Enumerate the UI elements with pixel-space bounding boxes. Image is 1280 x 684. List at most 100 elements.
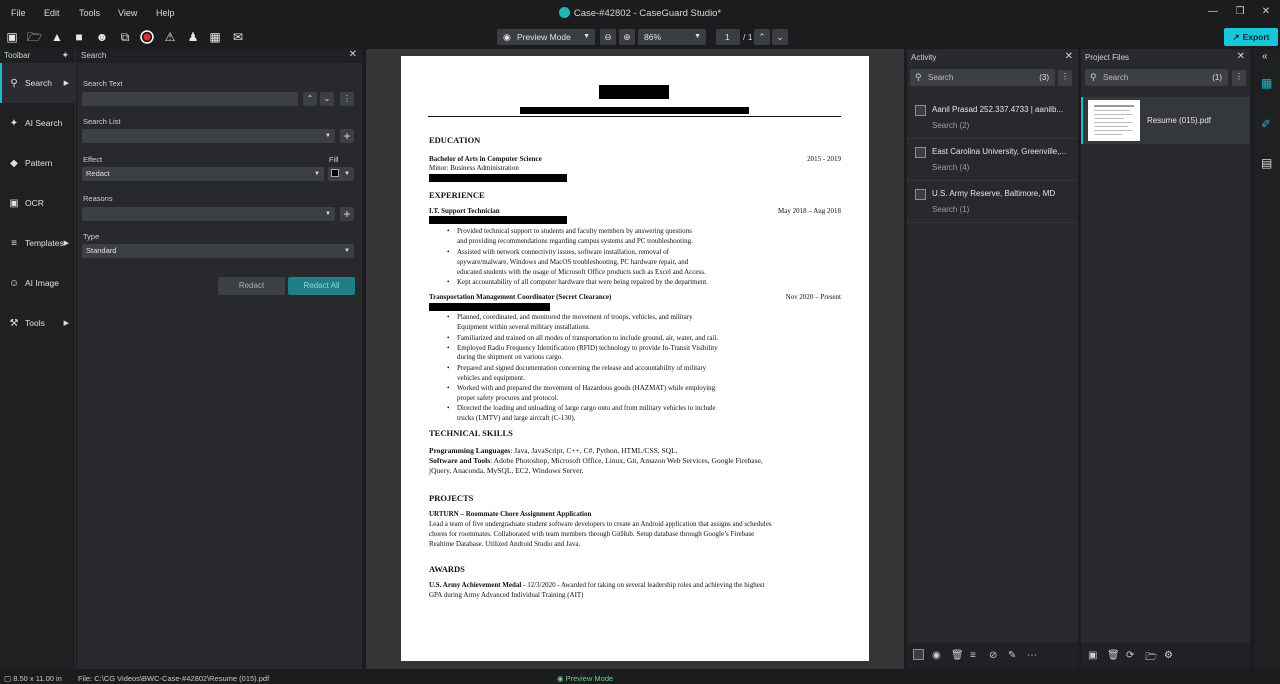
search-down-button[interactable]: ⌄ <box>320 92 334 106</box>
skills-tools: Software and Tools: Adobe Photoshop, Mic… <box>429 456 763 465</box>
document-page[interactable]: EDUCATION Bachelor of Arts in Computer S… <box>401 56 869 661</box>
redaction-box[interactable] <box>520 107 749 114</box>
import-icon[interactable]: ▲ <box>50 30 64 44</box>
bullet-cont: trucks (LMTV) and large aircraft (C-130)… <box>457 414 576 422</box>
redaction-box[interactable] <box>429 174 567 182</box>
list-item[interactable]: U.S. Army Reserve, Baltimore, MD Search (… <box>907 181 1078 223</box>
redact-button[interactable]: Redact <box>218 277 285 295</box>
brush-icon[interactable]: ✐ <box>1261 117 1271 131</box>
item-checkbox[interactable] <box>915 189 926 200</box>
page-number-input[interactable]: 1 <box>716 29 740 45</box>
pattern-icon: ◆ <box>10 157 18 169</box>
zoom-out-button[interactable]: ⊖ <box>600 29 616 45</box>
more-options-icon[interactable]: ⋮ <box>1232 70 1246 86</box>
zoom-in-button[interactable]: ⊕ <box>619 29 635 45</box>
search-up-button[interactable]: ⌃ <box>303 92 317 106</box>
settings-icon[interactable]: ⚙ <box>1164 650 1173 661</box>
prev-page-button[interactable]: ⌃ <box>754 29 770 45</box>
status-bar: ▢ 8.50 x 11.00 in File: C:\CG Videos\BWC… <box>0 671 1280 684</box>
record-icon[interactable] <box>140 30 154 44</box>
list-filter-icon[interactable]: ≡ <box>970 650 976 661</box>
open-folder-icon[interactable]: 🗁 <box>27 30 42 44</box>
nav-item-templates[interactable]: ≡ Templates ▶ <box>0 223 75 263</box>
copy-icon[interactable]: ⧉ <box>118 30 132 44</box>
redaction-box[interactable] <box>429 303 550 311</box>
warning-icon[interactable]: ⚠ <box>163 30 177 44</box>
nav-item-ocr[interactable]: ▣ OCR <box>0 183 75 223</box>
activity-title: Activity <box>911 53 937 62</box>
file-thumbnail <box>1088 100 1140 141</box>
add-file-icon[interactable]: ▣ <box>1088 650 1097 661</box>
redaction-box[interactable] <box>429 216 567 224</box>
new-case-icon[interactable]: ▣ <box>5 30 19 44</box>
chevron-down-icon: ▼ <box>325 133 331 139</box>
pin-icon[interactable]: ✦ <box>61 50 69 61</box>
more-options-icon[interactable]: ⋮ <box>340 92 354 106</box>
files-icon[interactable]: ▦ <box>1261 76 1272 90</box>
next-page-button[interactable]: ⌄ <box>772 29 788 45</box>
item-checkbox[interactable] <box>915 147 926 158</box>
comment-icon[interactable]: ✉ <box>231 30 245 44</box>
detect-people-icon[interactable]: ☻ <box>95 30 109 44</box>
nav-item-tools[interactable]: ⚒ Tools ▶ <box>0 303 75 343</box>
close-icon[interactable]: ✕ <box>1065 51 1073 62</box>
fill-color-picker[interactable]: ▼ <box>328 167 354 181</box>
export-button[interactable]: ↗ Export <box>1224 28 1278 46</box>
item-checkbox[interactable] <box>915 105 926 116</box>
maximize-icon[interactable]: ❐ <box>1233 6 1247 17</box>
page-total: / 1 <box>743 32 753 42</box>
nav-item-ai-image[interactable]: ☺ AI Image <box>0 263 75 303</box>
zoom-select[interactable]: 86% ▼ <box>638 29 706 45</box>
project-title: URTURN – Roommate Chore Assignment Appli… <box>429 510 592 518</box>
add-search-list-button[interactable]: + <box>340 129 354 143</box>
more-icon[interactable]: ⋯ <box>1027 650 1037 661</box>
collapse-icon[interactable]: « <box>1262 51 1268 62</box>
app-logo-icon <box>558 7 570 18</box>
person-info-icon[interactable]: ♟ <box>186 30 200 44</box>
nav-label: AI Search <box>25 118 63 128</box>
open-folder-icon[interactable]: 🗁 <box>1145 650 1157 667</box>
effect-select[interactable]: Redact ▼ <box>82 167 324 181</box>
search-icon: ⚲ <box>1090 72 1097 82</box>
minimize-icon[interactable]: — <box>1206 6 1220 17</box>
list-item[interactable]: East Carolina University, Greenville,...… <box>907 139 1078 181</box>
project-search-input[interactable]: ⚲ Search (1) <box>1085 69 1228 86</box>
file-item[interactable]: Resume (015).pdf <box>1081 97 1250 144</box>
section-heading: TECHNICAL SKILLS <box>429 428 513 438</box>
list-item[interactable]: Aanil Prasad 252.337.4733 | aanilb... Sea… <box>907 97 1078 139</box>
chevron-right-icon: ▶ <box>63 240 69 247</box>
nav-item-pattern[interactable]: ◆ Pattern <box>0 143 75 183</box>
view-mode-select[interactable]: ◉ Preview Mode ▼ <box>497 29 595 45</box>
calendar-icon[interactable]: ▦ <box>208 30 222 44</box>
search-list-select[interactable]: ▼ <box>82 129 335 143</box>
more-options-icon[interactable]: ⋮ <box>1058 70 1072 86</box>
trash-icon[interactable]: 🗑 <box>1107 650 1120 661</box>
chevron-down-icon: ▼ <box>325 211 331 217</box>
refresh-icon[interactable]: ⟳ <box>1126 650 1134 661</box>
close-icon[interactable]: ✕ <box>349 49 357 60</box>
color-swatch <box>331 169 339 177</box>
clipboard-icon[interactable]: ▤ <box>1261 156 1272 170</box>
eye-icon[interactable]: ◉ <box>932 650 941 661</box>
select-all-checkbox[interactable] <box>913 649 924 660</box>
redaction-box[interactable] <box>599 85 669 99</box>
search-panel-title: Search <box>81 51 107 60</box>
type-select[interactable]: Standard ▼ <box>82 244 354 258</box>
chevron-down-icon: ▼ <box>583 33 590 40</box>
pencil-icon[interactable]: ✎ <box>1008 650 1016 661</box>
close-icon[interactable]: ✕ <box>1237 51 1245 62</box>
save-icon[interactable]: ■ <box>72 30 86 44</box>
export-icon: ↗ <box>1232 32 1240 42</box>
trash-icon[interactable]: 🗑 <box>951 650 964 661</box>
nav-item-search[interactable]: ⚲ Search ▶ <box>0 63 75 103</box>
redact-all-button[interactable]: Redact All <box>288 277 355 295</box>
activity-search-input[interactable]: ⚲ Search (3) <box>910 69 1055 86</box>
block-icon[interactable]: ⊘ <box>989 650 997 661</box>
nav-item-ai-search[interactable]: ✦ AI Search <box>0 103 75 143</box>
nav-label: Search <box>25 78 52 88</box>
close-window-icon[interactable]: ✕ <box>1259 6 1273 17</box>
search-text-input[interactable] <box>82 92 298 106</box>
add-reason-button[interactable]: + <box>340 207 354 221</box>
skills-value: : Adobe Photoshop, Microsoft Office, Lin… <box>490 456 763 465</box>
reasons-select[interactable]: ▼ <box>82 207 335 221</box>
